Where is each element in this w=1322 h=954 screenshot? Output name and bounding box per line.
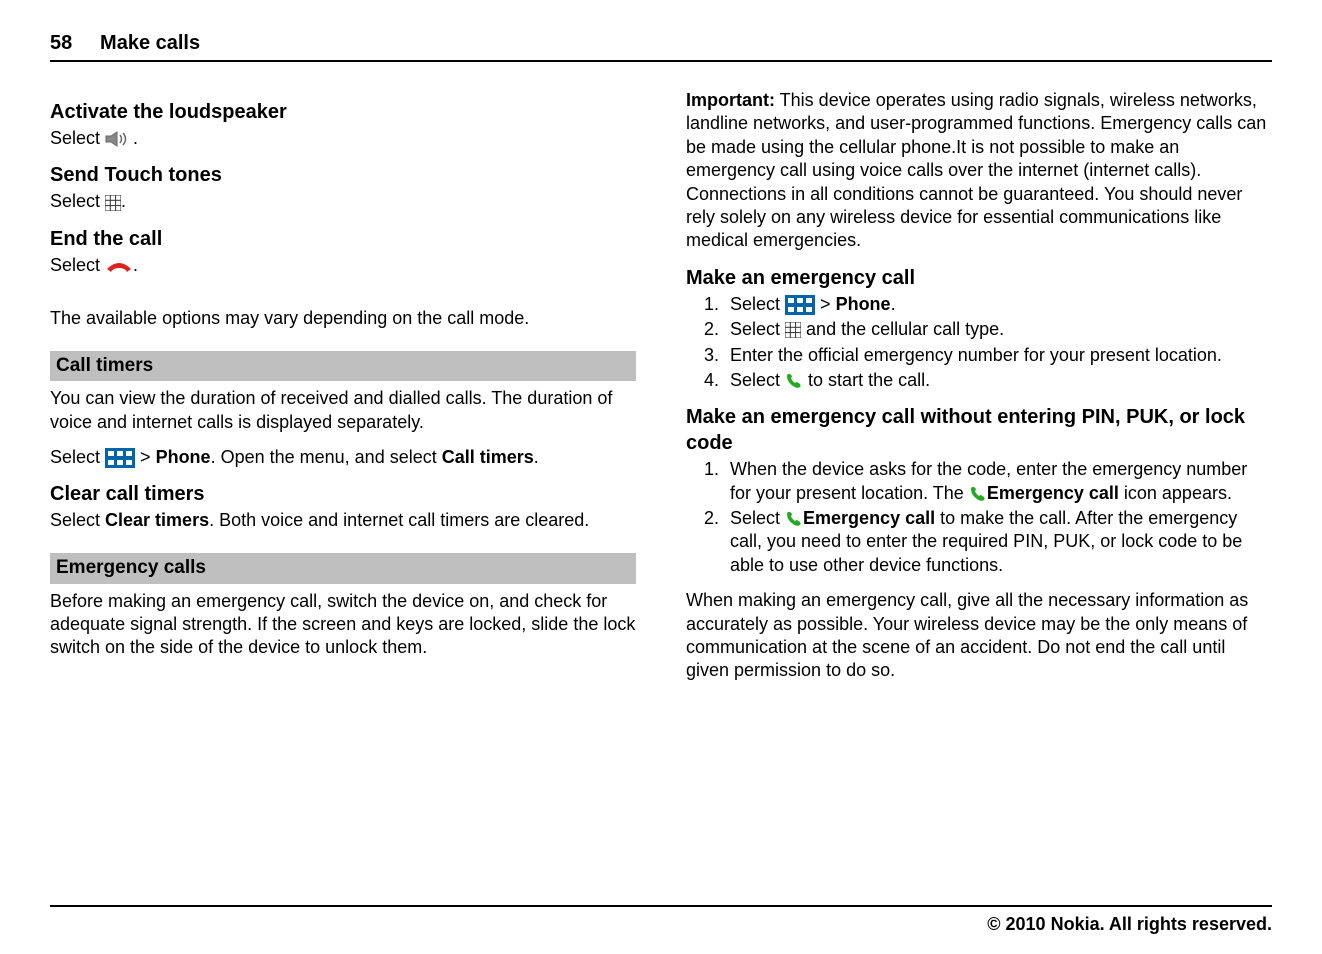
- text: Select: [730, 319, 785, 339]
- step-4: Select to start the call.: [724, 369, 1272, 392]
- call-timers-intro: You can view the duration of received an…: [50, 387, 636, 434]
- text: Select: [50, 128, 105, 148]
- menu-grid-icon: [785, 295, 815, 315]
- text: .: [121, 191, 126, 211]
- step-2: Select Emergency call to make the call. …: [724, 507, 1272, 577]
- heading-clear-timers: Clear call timers: [50, 481, 636, 507]
- keypad-icon: [785, 322, 801, 338]
- text: to start the call.: [808, 370, 930, 390]
- important-text: This device operates using radio signals…: [686, 90, 1266, 250]
- no-code-steps: When the device asks for the code, enter…: [686, 458, 1272, 577]
- section-bar-emergency: Emergency calls: [50, 553, 636, 584]
- text: .: [534, 447, 539, 467]
- text: . Open the menu, and select: [211, 447, 442, 467]
- right-column: Important: This device operates using ra…: [686, 87, 1272, 695]
- page-number: 58: [50, 32, 72, 54]
- text: >: [820, 294, 836, 314]
- modes-note: The available options may vary depending…: [50, 307, 636, 330]
- text: .: [891, 294, 896, 314]
- call-timers-path: Select > Phone. Open the menu, and selec…: [50, 446, 636, 469]
- step-3: Enter the official emergency number for …: [724, 344, 1272, 367]
- heading-endcall: End the call: [50, 226, 636, 252]
- page-footer: © 2010 Nokia. All rights reserved.: [50, 905, 1272, 936]
- important-note: Important: This device operates using ra…: [686, 89, 1272, 253]
- end-call-icon: [105, 259, 133, 273]
- clear-timers-label: Clear timers: [105, 510, 209, 530]
- clear-timers-instruction: Select Clear timers. Both voice and inte…: [50, 509, 636, 532]
- copyright: © 2010 Nokia. All rights reserved.: [987, 914, 1272, 934]
- text: .: [133, 128, 138, 148]
- emergency-intro: Before making an emergency call, switch …: [50, 590, 636, 660]
- phone-label: Phone: [836, 294, 891, 314]
- step-1: Select > Phone.: [724, 293, 1272, 316]
- text: >: [140, 447, 156, 467]
- text: icon appears.: [1119, 483, 1232, 503]
- make-call-steps: Select > Phone.: [686, 293, 1272, 393]
- touchtones-instruction: Select .: [50, 190, 636, 213]
- phone-green-icon: [785, 510, 803, 528]
- emergency-call-label: Emergency call: [987, 483, 1119, 503]
- text: Select: [730, 508, 785, 528]
- text: Select: [730, 370, 785, 390]
- section-title: Make calls: [100, 32, 200, 54]
- text: and the cellular call type.: [806, 319, 1004, 339]
- phone-green-icon: [785, 372, 803, 390]
- text: Select: [50, 255, 105, 275]
- phone-label: Phone: [156, 447, 211, 467]
- text: Select: [50, 191, 105, 211]
- important-label: Important:: [686, 90, 775, 110]
- menu-grid-icon: [105, 448, 135, 468]
- text: . Both voice and internet call timers ar…: [209, 510, 589, 530]
- text: Select: [730, 294, 785, 314]
- heading-touchtones: Send Touch tones: [50, 162, 636, 188]
- text: .: [133, 255, 138, 275]
- page-header: 58 Make calls: [50, 30, 1272, 62]
- emergency-call-label: Emergency call: [803, 508, 935, 528]
- final-note: When making an emergency call, give all …: [686, 589, 1272, 683]
- content-columns: Activate the loudspeaker Select . Send T…: [50, 87, 1272, 695]
- text: Select: [50, 447, 105, 467]
- section-bar-call-timers: Call timers: [50, 351, 636, 382]
- loudspeaker-instruction: Select .: [50, 127, 636, 150]
- speaker-icon: [105, 131, 133, 147]
- heading-no-code: Make an emergency call without entering …: [686, 404, 1272, 456]
- left-column: Activate the loudspeaker Select . Send T…: [50, 87, 636, 695]
- text: Select: [50, 510, 105, 530]
- manual-page: 58 Make calls Activate the loudspeaker S…: [0, 0, 1322, 954]
- endcall-instruction: Select .: [50, 254, 636, 277]
- heading-make-emergency-call: Make an emergency call: [686, 265, 1272, 291]
- step-2: Select and the cellular call type.: [724, 318, 1272, 341]
- heading-loudspeaker: Activate the loudspeaker: [50, 99, 636, 125]
- step-1: When the device asks for the code, enter…: [724, 458, 1272, 505]
- keypad-icon: [105, 195, 121, 211]
- phone-green-icon: [969, 485, 987, 503]
- call-timers-label: Call timers: [442, 447, 534, 467]
